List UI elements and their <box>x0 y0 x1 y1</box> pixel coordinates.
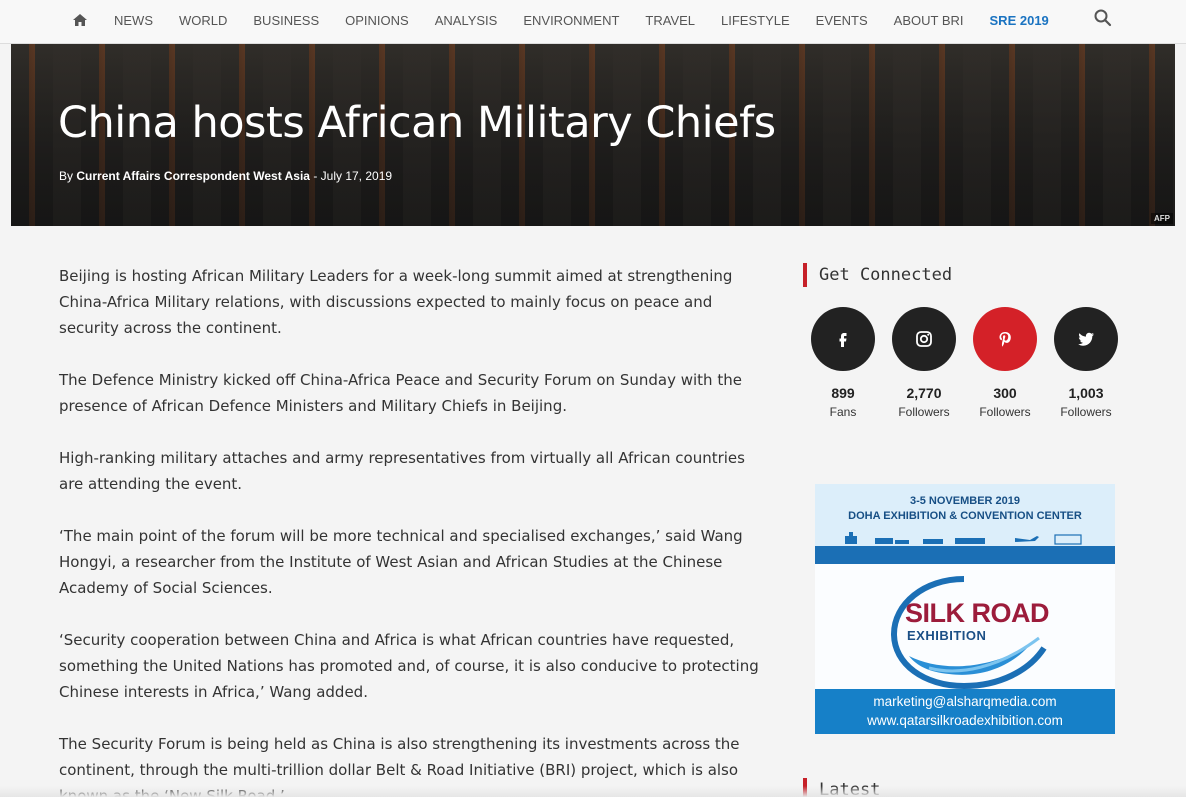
nav-item-world[interactable]: WORLD <box>166 13 240 28</box>
article-meta: By Current Affairs Correspondent West As… <box>59 169 392 183</box>
nav-item-analysis[interactable]: ANALYSIS <box>422 13 511 28</box>
nav-item-about-bri[interactable]: ABOUT BRI <box>881 13 977 28</box>
byline-prefix: By <box>59 169 74 183</box>
top-navigation: NEWS WORLD BUSINESS OPINIONS ANALYSIS EN… <box>0 0 1186 44</box>
bottom-fade <box>0 786 1186 797</box>
search-icon[interactable] <box>1093 8 1113 28</box>
publish-date: July 17, 2019 <box>320 169 393 183</box>
ad-website: www.qatarsilkroadexhibition.com <box>867 713 1063 728</box>
twitter-icon[interactable] <box>1054 307 1118 371</box>
article-title: China hosts African Military Chiefs <box>58 98 776 148</box>
hero-banner: China hosts African Military Chiefs By C… <box>11 44 1175 226</box>
social-facebook[interactable]: 899 Fans <box>811 307 875 419</box>
facebook-icon[interactable] <box>811 307 875 371</box>
nav-item-environment[interactable]: ENVIRONMENT <box>510 13 632 28</box>
article-paragraph: The Defence Ministry kicked off China-Af… <box>59 371 742 415</box>
twitter-count: 1,003 <box>1068 385 1104 401</box>
instagram-count: 2,770 <box>906 385 942 401</box>
article-body: Beijing is hosting African Military Lead… <box>59 263 759 797</box>
nav-item-lifestyle[interactable]: LIFESTYLE <box>708 13 803 28</box>
ad-title: SILK ROAD <box>905 598 1050 628</box>
transport-icons <box>845 532 1082 545</box>
pinterest-label: Followers <box>979 405 1031 419</box>
facebook-label: Fans <box>829 405 857 419</box>
social-pinterest[interactable]: 300 Followers <box>973 307 1037 419</box>
social-instagram[interactable]: 2,770 Followers <box>892 307 956 419</box>
instagram-label: Followers <box>898 405 950 419</box>
instagram-icon[interactable] <box>892 307 956 371</box>
social-twitter[interactable]: 1,003 Followers <box>1054 307 1118 419</box>
ad-dates: 3-5 NOVEMBER 2019 <box>909 495 1021 507</box>
social-counters: 899 Fans 2,770 Followers 300 Followers 1… <box>811 307 1135 419</box>
nav-item-events[interactable]: EVENTS <box>803 13 881 28</box>
get-connected-heading: Get Connected <box>803 263 952 287</box>
ad-venue: DOHA EXHIBITION & CONVENTION CENTER <box>848 510 1082 522</box>
nav-item-business[interactable]: BUSINESS <box>240 13 332 28</box>
photo-credit: AFP <box>1151 213 1173 224</box>
facebook-count: 899 <box>831 385 855 401</box>
article-paragraph: ‘Security cooperation between China and … <box>59 631 759 701</box>
article-paragraph: Beijing is hosting African Military Lead… <box>59 267 733 337</box>
article-paragraph: ‘The main point of the forum will be mor… <box>59 527 743 597</box>
ad-subtitle: EXHIBITION <box>907 628 987 643</box>
silk-road-exhibition-ad[interactable]: 3-5 NOVEMBER 2019 DOHA EXHIBITION & CONV… <box>815 484 1115 734</box>
twitter-label: Followers <box>1060 405 1112 419</box>
nav-item-opinions[interactable]: OPINIONS <box>332 13 422 28</box>
nav-item-sre-2019[interactable]: SRE 2019 <box>977 13 1062 28</box>
author-link[interactable]: Current Affairs Correspondent West Asia <box>76 169 310 183</box>
article-paragraph: High-ranking military attaches and army … <box>59 449 745 493</box>
home-icon[interactable] <box>72 12 88 28</box>
pinterest-count: 300 <box>993 385 1017 401</box>
nav-item-travel[interactable]: TRAVEL <box>632 13 708 28</box>
nav-item-news[interactable]: NEWS <box>101 13 166 28</box>
ad-band <box>815 546 1115 564</box>
pinterest-icon[interactable] <box>973 307 1037 371</box>
ad-email: marketing@alsharqmedia.com <box>873 694 1057 709</box>
meta-separator: - <box>313 169 318 183</box>
